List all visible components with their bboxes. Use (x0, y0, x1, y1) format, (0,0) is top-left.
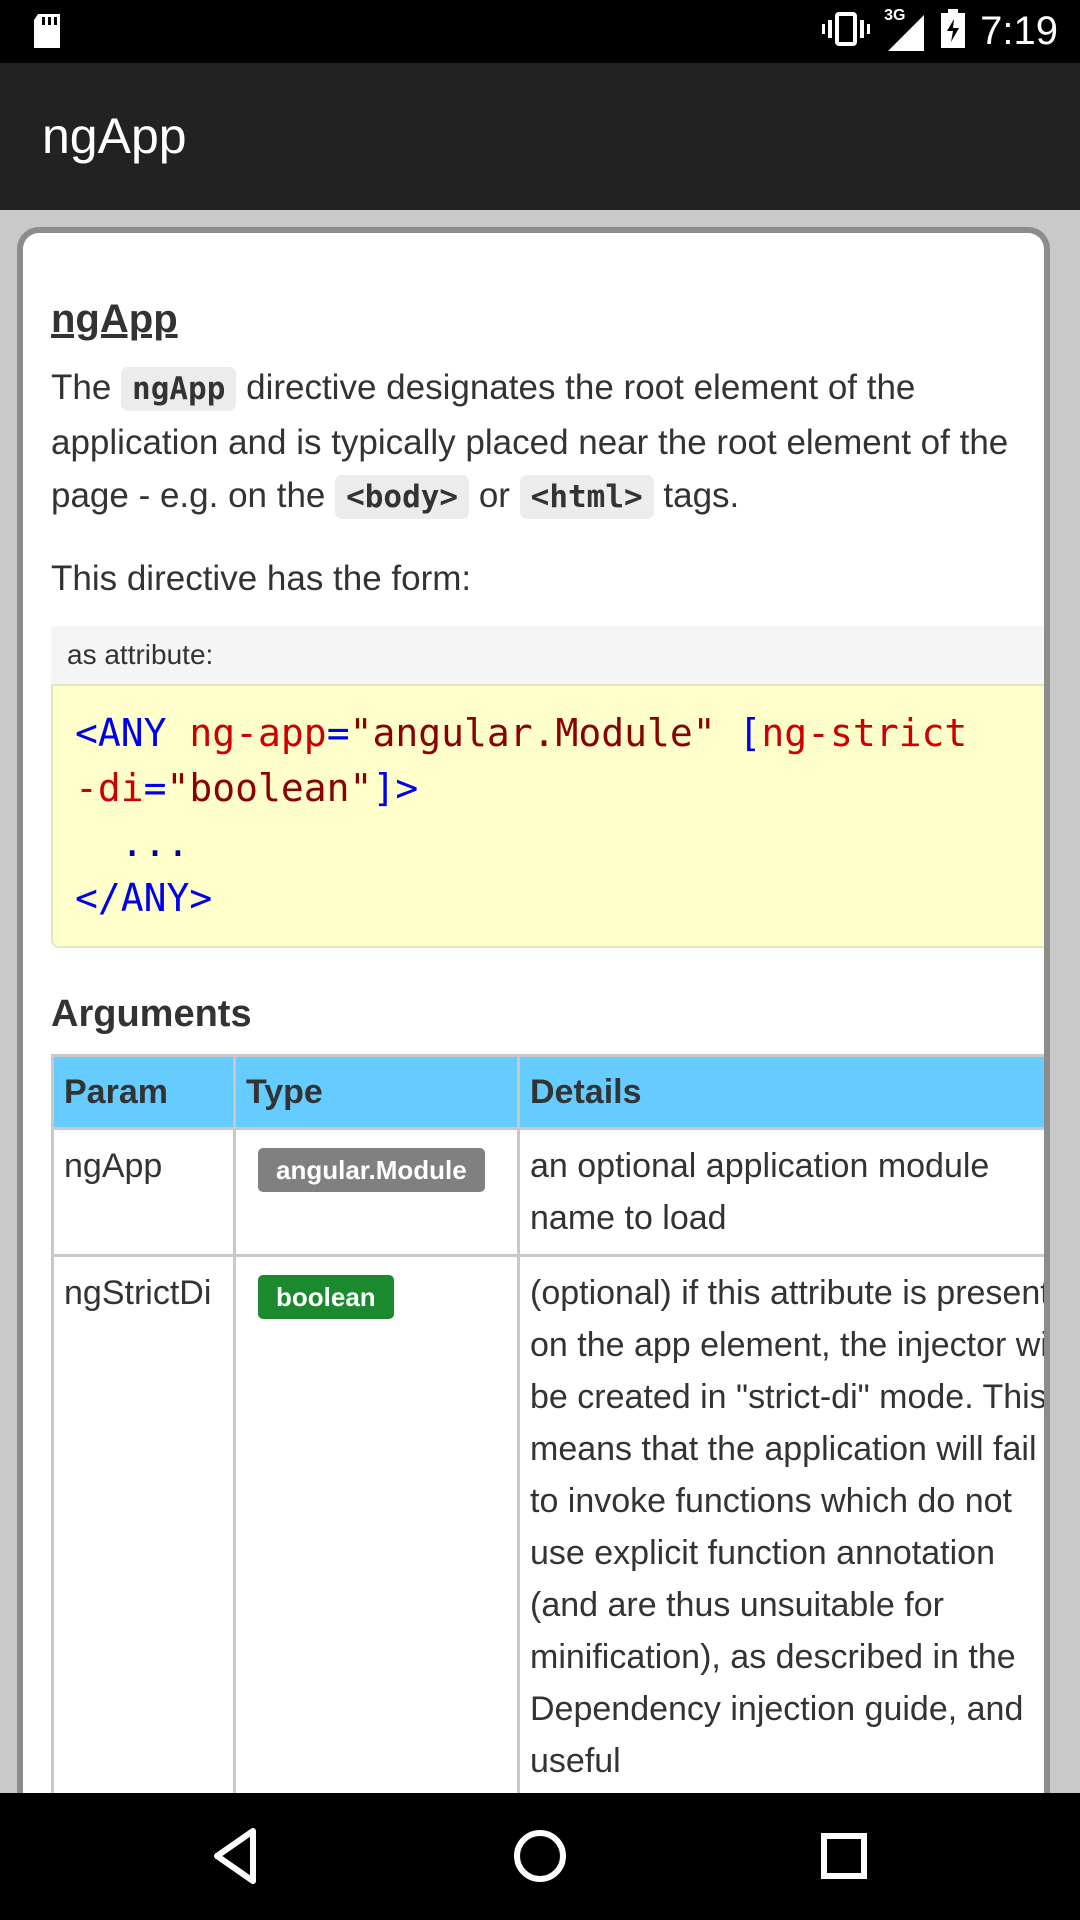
vibrate-icon (822, 12, 871, 51)
type-cell: boolean (233, 1254, 520, 1800)
code-attr-strict-a: ng-strict (761, 711, 968, 755)
code-body-tag: <body> (335, 475, 470, 519)
param-cell: ngApp (51, 1127, 236, 1257)
code-ngapp: ngApp (121, 367, 237, 411)
home-icon[interactable] (505, 1821, 575, 1891)
type-cell: angular.Module (233, 1127, 520, 1257)
header-details: Details (517, 1054, 1044, 1130)
param-cell: ngStrictDi (51, 1254, 236, 1800)
status-bar: 3G 7:19 (0, 0, 1080, 63)
code-bracket-close: ]> (372, 766, 419, 810)
usage-label: as attribute: (51, 626, 1044, 684)
app-bar: ngApp (0, 63, 1080, 210)
type-badge-module[interactable]: angular.Module (258, 1148, 485, 1192)
arguments-heading: Arguments (51, 993, 252, 1035)
code-attr-ng-app: ng-app (189, 711, 327, 755)
header-param: Param (51, 1054, 236, 1130)
code-ellipsis: ... (75, 821, 190, 865)
app-title: ngApp (42, 108, 187, 164)
table-row: ngStrictDi boolean (optional) if this at… (51, 1254, 1044, 1800)
intro-text: tags. (653, 476, 740, 515)
recents-icon[interactable] (809, 1821, 879, 1891)
navigation-bar (0, 1793, 1080, 1920)
code-eq: = (143, 766, 167, 810)
code-attr-strict-b: -di (75, 766, 144, 810)
content-card[interactable]: ngApp The ngApp directive designates the… (17, 227, 1050, 1920)
table-row: ngApp angular.Module an optional applica… (51, 1127, 1044, 1257)
intro-text: or (469, 476, 520, 515)
details-cell: (optional) if this attribute is present … (517, 1254, 1044, 1800)
code-open-tag: <ANY (75, 711, 167, 755)
back-icon[interactable] (201, 1821, 271, 1891)
intro-paragraph: The ngApp directive designates the root … (51, 361, 1022, 524)
header-type: Type (233, 1054, 520, 1130)
details-cell: an optional application module name to l… (517, 1127, 1044, 1257)
doc-heading-link[interactable]: ngApp (51, 295, 178, 343)
code-bracket-open: [ (738, 711, 762, 755)
code-value-module: "angular.Module" (349, 711, 716, 755)
signal-icon: 3G (884, 7, 926, 53)
code-eq: = (326, 711, 350, 755)
code-html-tag: <html> (519, 475, 654, 519)
intro-text: The (51, 368, 122, 407)
table-header-row: Param Type Details (51, 1054, 1044, 1130)
type-badge-boolean: boolean (258, 1275, 394, 1319)
form-text: This directive has the form: (51, 559, 472, 598)
arguments-table: Param Type Details ngApp angular.Module … (51, 1054, 1044, 1800)
battery-icon (940, 9, 966, 54)
code-close-tag: </ANY> (75, 876, 213, 920)
clock: 7:19 (980, 9, 1058, 53)
code-block: <ANY ng-app="angular.Module" [ng-strict … (51, 684, 1044, 948)
code-value-boolean: "boolean" (166, 766, 373, 810)
sd-card-icon (30, 12, 64, 55)
